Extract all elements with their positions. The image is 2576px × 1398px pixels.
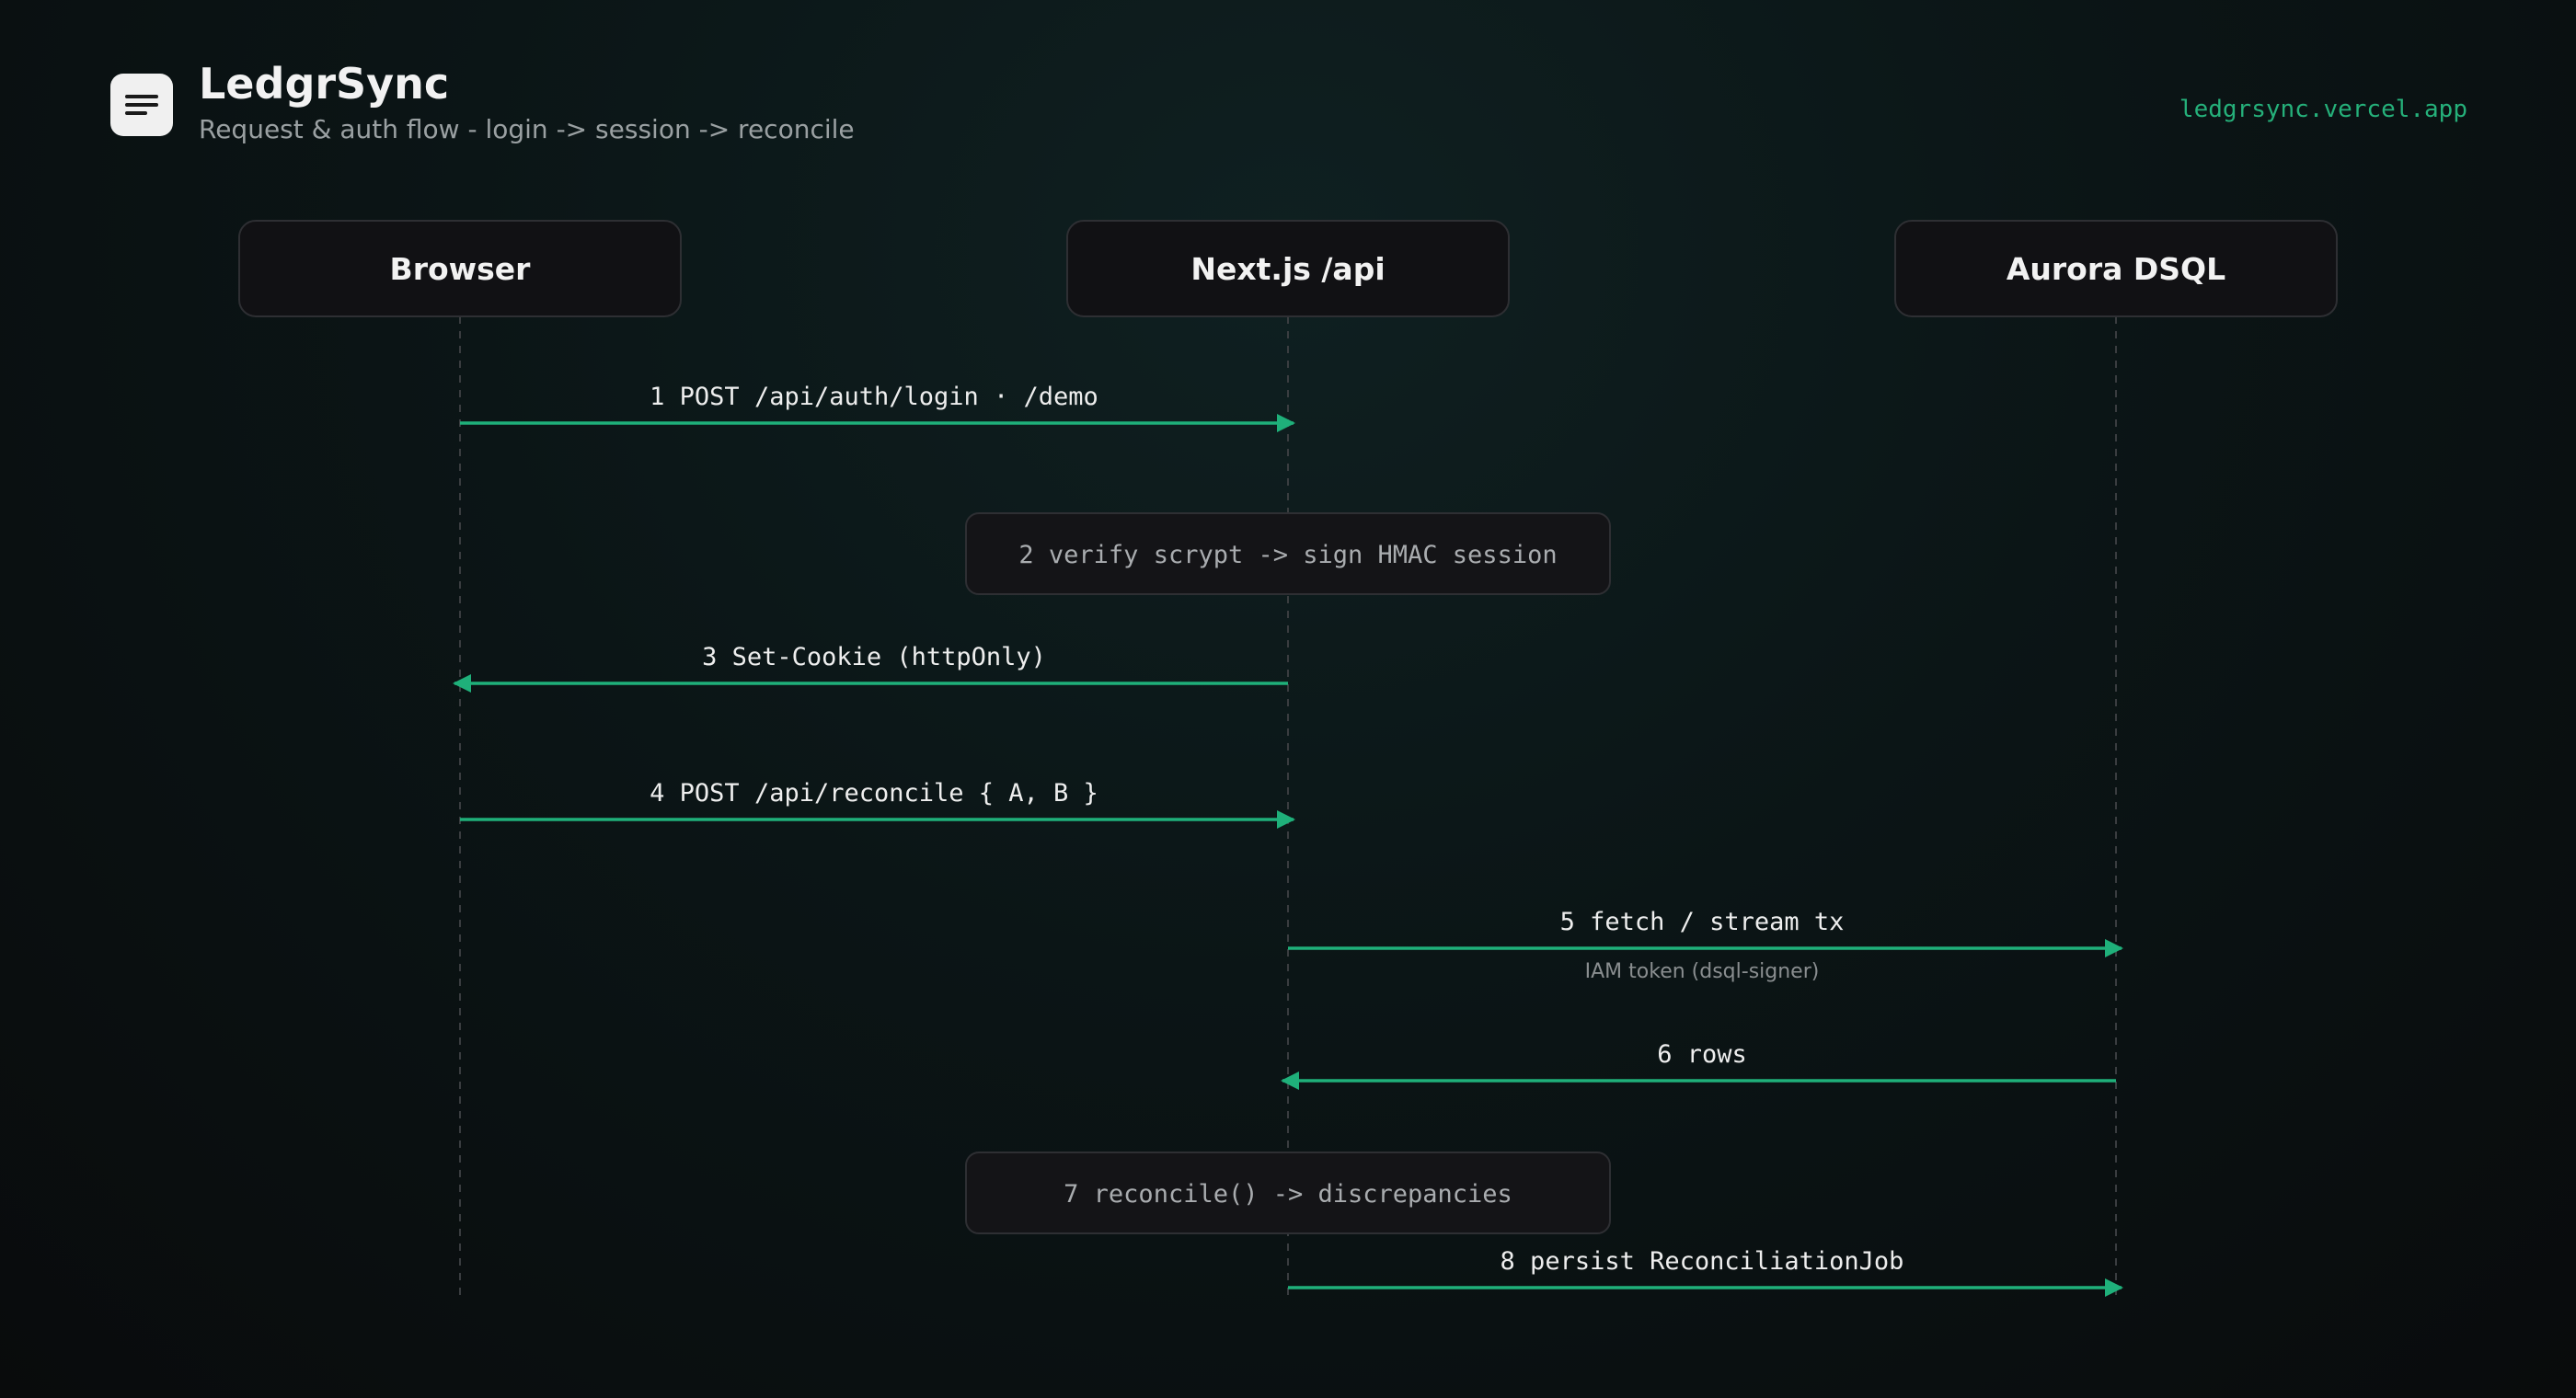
- message-sublabel-5: IAM token (dsql-signer): [1585, 960, 1820, 983]
- message-label-1: 1 POST /api/auth/login · /demo: [650, 383, 1098, 411]
- message-label-4: 4 POST /api/reconcile { A, B }: [650, 779, 1098, 808]
- note-label-7: 7 reconcile() -> discrepancies: [1064, 1180, 1512, 1209]
- participant-label-browser: Browser: [390, 251, 532, 287]
- message-label-5: 5 fetch / stream tx: [1560, 908, 1845, 936]
- message-label-3: 3 Set-Cookie (httpOnly): [702, 643, 1046, 671]
- sequence-diagram: Browser Next.js /api Aurora DSQL 1 POST /ap…: [238, 220, 2338, 1299]
- message-label-8: 8 persist ReconciliationJob: [1501, 1247, 1904, 1276]
- participant-label-db: Aurora DSQL: [2007, 251, 2225, 287]
- message-label-6: 6 rows: [1657, 1040, 1747, 1069]
- note-label-2: 2 verify scrypt -> sign HMAC session: [1018, 541, 1557, 569]
- participant-label-api: Next.js /api: [1190, 251, 1385, 287]
